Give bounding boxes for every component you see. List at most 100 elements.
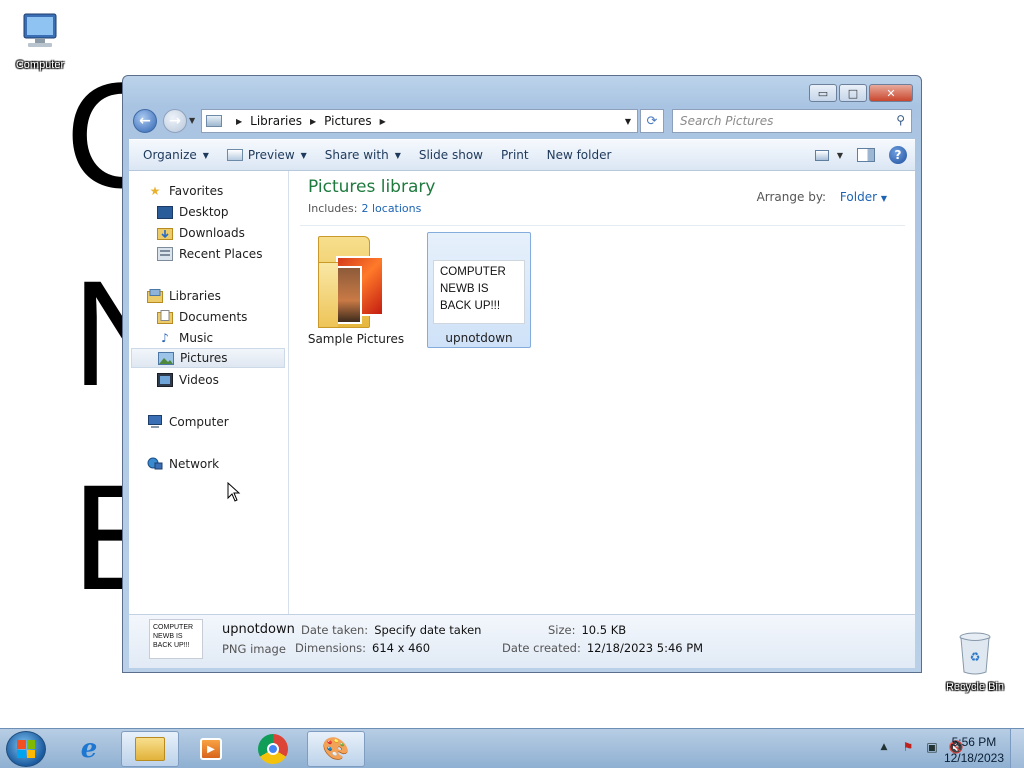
- music-icon: ♪: [161, 331, 169, 345]
- window-controls: ▭ □ ✕: [809, 84, 913, 102]
- taskbar-internet-explorer[interactable]: e: [60, 731, 118, 767]
- includes-label: Includes:: [308, 202, 358, 215]
- nav-libraries[interactable]: Libraries: [147, 286, 221, 306]
- taskbar: e ▶ 🎨 ▲ ⚑ ▣ 🔇 5:56 PM 12/18/2023: [0, 728, 1024, 768]
- computer-icon: [147, 415, 163, 429]
- nav-downloads[interactable]: Downloads: [157, 223, 245, 243]
- library-includes: Includes: 2 locations: [308, 202, 421, 215]
- share-with-button[interactable]: Share with ▼: [325, 148, 401, 162]
- nav-documents[interactable]: Documents: [157, 307, 247, 327]
- change-view-button[interactable]: ▼: [814, 149, 843, 161]
- taskbar-chrome[interactable]: [244, 731, 302, 767]
- desktop-recycle-bin-icon[interactable]: ♻ Recycle Bin: [935, 630, 1015, 693]
- nav-music[interactable]: ♪ Music: [157, 328, 213, 348]
- nav-computer[interactable]: Computer: [147, 412, 229, 432]
- nav-documents-label: Documents: [179, 310, 248, 324]
- preview-button[interactable]: Preview ▼: [226, 148, 307, 162]
- organize-button[interactable]: Organize ▼: [143, 148, 209, 162]
- show-hidden-icons-icon[interactable]: ▲: [876, 739, 892, 755]
- nav-videos[interactable]: Videos: [157, 370, 219, 390]
- address-chevron-icon[interactable]: ▶: [380, 117, 386, 126]
- close-button[interactable]: ✕: [869, 84, 913, 102]
- folder-icon: [135, 737, 165, 761]
- arrange-by-label: Arrange by:: [756, 190, 827, 204]
- file-item-sample-pictures[interactable]: Sample Pictures: [304, 232, 408, 348]
- nav-libraries-label: Libraries: [169, 289, 221, 303]
- computer-icon: [23, 13, 57, 47]
- breadcrumb-pictures[interactable]: Pictures: [324, 114, 372, 128]
- libraries-icon: [147, 289, 163, 303]
- chevron-down-icon: ▼: [394, 150, 401, 160]
- address-chevron-icon[interactable]: ▶: [236, 117, 242, 126]
- nav-pictures-label: Pictures: [180, 351, 228, 365]
- show-desktop-button[interactable]: [1010, 729, 1024, 768]
- slide-show-button[interactable]: Slide show: [419, 148, 483, 162]
- recent-places-svg: [157, 247, 173, 261]
- size-label: Size:: [548, 623, 576, 637]
- image-thumbnail: COMPUTER NEWB IS BACK UP!!!: [433, 260, 525, 324]
- mouse-cursor-icon: [227, 482, 241, 502]
- recent-pages-dropdown-icon[interactable]: ▼: [189, 116, 195, 125]
- arrange-by-dropdown[interactable]: Folder ▼: [840, 190, 887, 204]
- preview-pane-icon[interactable]: [857, 148, 875, 162]
- taskbar-media-player[interactable]: ▶: [182, 731, 240, 767]
- recycle-bin-icon: ♻: [959, 632, 991, 675]
- pictures-svg: [158, 351, 174, 365]
- breadcrumb-libraries[interactable]: Libraries: [250, 114, 302, 128]
- documents-icon: [157, 310, 173, 324]
- refresh-button[interactable]: ⟳: [640, 109, 664, 133]
- pictures-icon: [158, 351, 174, 365]
- new-folder-button[interactable]: New folder: [547, 148, 612, 162]
- organize-label: Organize: [143, 148, 197, 162]
- nav-network[interactable]: Network: [147, 454, 219, 474]
- back-button[interactable]: ←: [133, 109, 157, 133]
- help-icon[interactable]: ?: [889, 146, 907, 164]
- explorer-body: ★ Favorites Desktop Downloads Recent Pla…: [129, 171, 915, 614]
- details-pane: COMPUTER NEWB IS BACK UP!!! upnotdown PN…: [129, 614, 915, 668]
- taskbar-clock[interactable]: 5:56 PM 12/18/2023: [944, 734, 1004, 766]
- details-thumb-line: COMPUTER: [153, 624, 194, 631]
- taskbar-paint[interactable]: 🎨: [307, 731, 365, 767]
- minimize-button[interactable]: ▭: [809, 84, 837, 102]
- search-icon[interactable]: ⚲: [896, 113, 905, 127]
- desktop-computer-icon[interactable]: Computer: [0, 10, 80, 71]
- chevron-down-icon: ▼: [836, 150, 843, 160]
- file-item-upnotdown[interactable]: COMPUTER NEWB IS BACK UP!!! upnotdown: [427, 232, 531, 348]
- nav-music-label: Music: [179, 331, 214, 345]
- content-pane: Pictures library Includes: 2 locations Ar…: [290, 171, 915, 614]
- address-bar[interactable]: ▶ Libraries ▶ Pictures ▶ ▼: [201, 109, 638, 133]
- nav-recent-places[interactable]: Recent Places: [157, 244, 262, 264]
- view-icon: [814, 149, 829, 161]
- maximize-button[interactable]: □: [839, 84, 867, 102]
- chevron-down-icon: ▼: [880, 194, 887, 203]
- includes-locations-link[interactable]: 2 locations: [361, 202, 421, 215]
- taskbar-windows-explorer[interactable]: [121, 731, 179, 767]
- nav-pictures[interactable]: Pictures: [131, 348, 285, 368]
- address-chevron-icon[interactable]: ▶: [310, 117, 316, 126]
- address-history-dropdown-icon[interactable]: ▼: [625, 117, 631, 126]
- details-thumb-line: BACK UP!!!: [153, 642, 190, 649]
- file-item-label: upnotdown: [445, 331, 513, 345]
- toolbar-right-group: ▼ ?: [814, 146, 907, 164]
- date-taken-value[interactable]: Specify date taken: [374, 623, 481, 637]
- arrange-by-value: Folder: [839, 190, 878, 204]
- thumbnail-line: NEWB IS: [440, 283, 489, 295]
- star-icon: ★: [149, 184, 161, 198]
- nav-favorites[interactable]: ★ Favorites: [147, 181, 224, 201]
- forward-button[interactable]: →: [163, 109, 187, 133]
- network-icon: [147, 457, 163, 471]
- internet-explorer-icon: e: [80, 734, 98, 764]
- search-input[interactable]: Search Pictures ⚲: [672, 109, 912, 133]
- nav-desktop[interactable]: Desktop: [157, 202, 229, 222]
- libraries-svg: [147, 289, 163, 303]
- network-svg: [147, 457, 163, 470]
- print-button[interactable]: Print: [501, 148, 529, 162]
- network-status-icon[interactable]: ▣: [924, 739, 940, 755]
- desktop-icon-svg: [157, 205, 173, 219]
- nav-downloads-label: Downloads: [179, 226, 245, 240]
- details-file-name: upnotdown: [222, 622, 295, 637]
- address-folder-icon: [206, 115, 222, 127]
- action-center-flag-icon[interactable]: ⚑: [900, 739, 916, 755]
- clock-date: 12/18/2023: [943, 751, 1004, 765]
- start-button[interactable]: [6, 731, 46, 767]
